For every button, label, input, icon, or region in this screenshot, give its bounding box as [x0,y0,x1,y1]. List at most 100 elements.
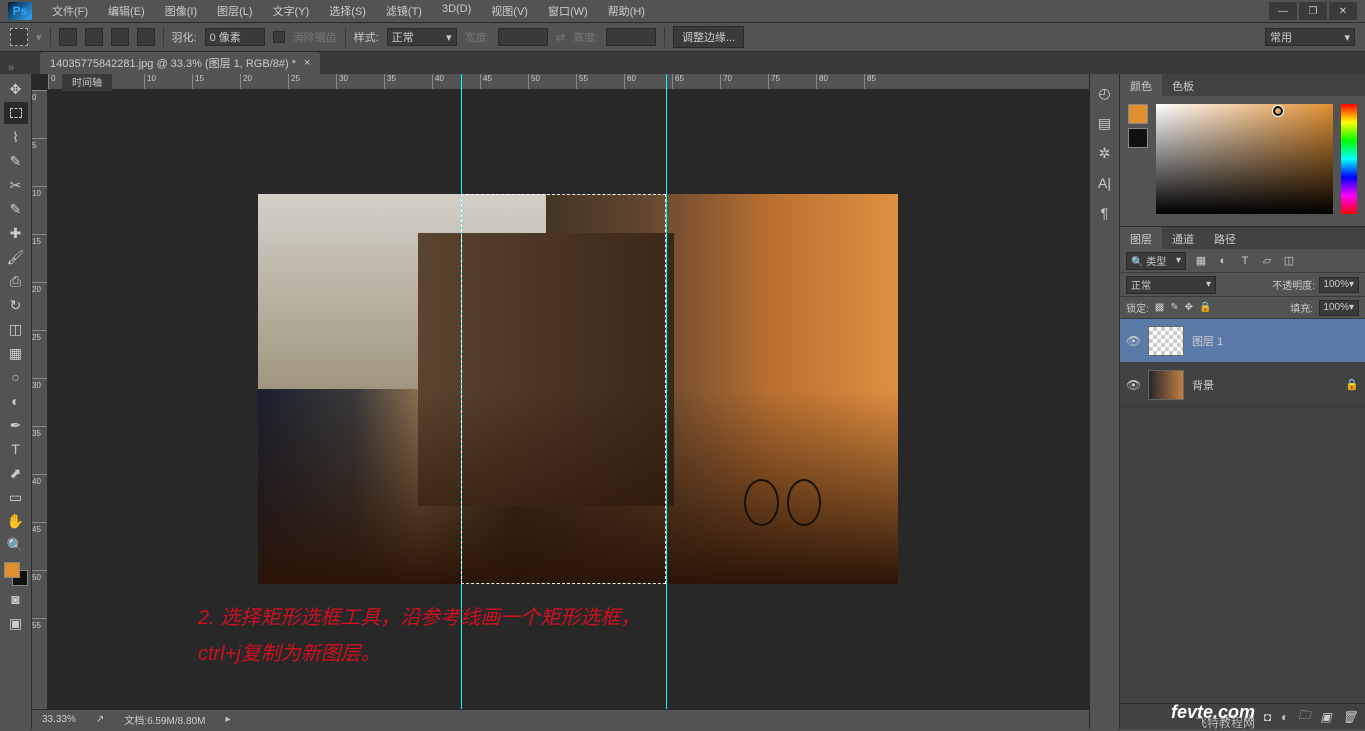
layer-mask-icon[interactable]: ◘ [1264,710,1271,724]
maximize-button[interactable]: ❐ [1299,2,1327,20]
tool-preset-icon[interactable] [10,28,28,46]
filter-smart-icon[interactable]: ◫ [1282,254,1296,268]
filter-adjust-icon[interactable]: ◐ [1216,254,1230,268]
path-select-tool[interactable]: ⬈ [4,462,28,484]
opacity-input[interactable]: 100%▾ [1319,277,1359,293]
properties-icon[interactable]: ▤ [1096,114,1114,132]
chevron-down-icon[interactable]: ▾ [36,31,42,44]
filter-shape-icon[interactable]: ▱ [1260,254,1274,268]
eyedropper-tool[interactable]: ✎ [4,198,28,220]
brush-tool[interactable]: 🖌 [4,246,28,268]
layer-item[interactable]: 👁 图层 1 [1120,319,1365,363]
lock-pixels-icon[interactable]: ▩ [1155,302,1164,313]
arrange-icon[interactable]: » [8,62,14,74]
color-field[interactable] [1156,104,1333,214]
gradient-tool[interactable]: ▦ [4,342,28,364]
lock-paint-icon[interactable]: ✎ [1170,302,1178,313]
selection-new-icon[interactable] [59,28,77,46]
menu-window[interactable]: 窗口(W) [540,1,596,21]
crop-tool[interactable]: ✂ [4,174,28,196]
tab-channels[interactable]: 通道 [1162,227,1204,249]
lock-all-icon[interactable]: 🔒 [1199,302,1211,313]
menu-edit[interactable]: 编辑(E) [100,1,153,21]
timeline-tab[interactable]: 时间轴 [62,74,112,91]
visibility-icon[interactable]: 👁 [1126,378,1140,392]
tab-layers[interactable]: 图层 [1120,227,1162,249]
history-brush-tool[interactable]: ↻ [4,294,28,316]
selection-add-icon[interactable] [85,28,103,46]
tab-swatches[interactable]: 色板 [1162,74,1204,96]
menu-type[interactable]: 文字(Y) [265,1,318,21]
quickmask-tool[interactable]: ◙ [4,588,28,610]
layer-thumbnail[interactable] [1148,370,1184,400]
menu-file[interactable]: 文件(F) [44,1,96,21]
close-button[interactable]: ✕ [1329,2,1357,20]
menu-view[interactable]: 视图(V) [483,1,536,21]
filter-type-icon[interactable]: T [1238,254,1252,268]
marquee-tool[interactable] [4,102,28,124]
healing-tool[interactable]: ✚ [4,222,28,244]
guide-vertical[interactable] [666,74,667,729]
visibility-icon[interactable]: 👁 [1126,334,1140,348]
hand-tool[interactable]: ✋ [4,510,28,532]
blur-tool[interactable]: ○ [4,366,28,388]
workspace-select[interactable]: 常用▾ [1265,28,1355,46]
shape-tool[interactable]: ▭ [4,486,28,508]
menu-select[interactable]: 选择(S) [321,1,374,21]
layer-item[interactable]: 👁 背景 🔒 [1120,363,1365,407]
refine-edge-button[interactable]: 调整边缘... [673,26,744,48]
paragraph-icon[interactable]: ¶ [1096,204,1114,222]
fg-swatch[interactable] [1128,104,1148,124]
color-swatch[interactable] [4,562,28,586]
close-tab-icon[interactable]: × [304,57,310,69]
quick-select-tool[interactable]: ✎ [4,150,28,172]
layer-name[interactable]: 图层 1 [1192,333,1223,349]
zoom-tool[interactable]: 🔍 [4,534,28,556]
style-select[interactable]: 正常▾ [387,28,457,46]
layer-thumbnail[interactable] [1148,326,1184,356]
dodge-tool[interactable]: ◐ [4,390,28,412]
screenmode-tool[interactable]: ▣ [4,612,28,634]
hue-slider[interactable] [1341,104,1357,214]
character-icon[interactable]: A| [1096,174,1114,192]
pen-tool[interactable]: ✒ [4,414,28,436]
eraser-tool[interactable]: ◫ [4,318,28,340]
feather-input[interactable] [205,28,265,46]
document-tab[interactable]: 14035775842281.jpg @ 33.3% (图层 1, RGB/8#… [40,52,320,74]
layer-name[interactable]: 背景 [1192,377,1214,393]
minimize-button[interactable]: — [1269,2,1297,20]
layer-group-icon[interactable]: 🗀 [1298,706,1310,727]
brushes-icon[interactable]: ✲ [1096,144,1114,162]
selection-subtract-icon[interactable] [111,28,129,46]
delete-layer-icon[interactable]: 🗑 [1342,710,1357,724]
antialias-checkbox[interactable] [273,31,285,43]
move-tool[interactable]: ✥ [4,78,28,100]
zoom-level[interactable]: 33.33% [42,714,76,725]
canvas-viewport[interactable]: 2. 选择矩形选框工具，沿参考线画一个矩形选框， ctrl+j复制为新图层。 [48,90,1089,709]
export-icon[interactable]: ↗ [96,714,104,725]
bg-swatch[interactable] [1128,128,1148,148]
filter-pixel-icon[interactable]: ▦ [1194,254,1208,268]
menu-3d[interactable]: 3D(D) [434,1,479,21]
filter-type-select[interactable]: 🔍 类型▾ [1126,252,1186,270]
doc-info[interactable]: 文档:6.59M/8.80M [124,712,205,727]
chevron-right-icon[interactable]: ▸ [225,714,230,725]
selection-intersect-icon[interactable] [137,28,155,46]
type-tool[interactable]: T [4,438,28,460]
foreground-color[interactable] [4,562,20,578]
marquee-selection[interactable] [461,194,666,584]
tab-color[interactable]: 颜色 [1120,74,1162,96]
fill-input[interactable]: 100%▾ [1319,300,1359,316]
menu-filter[interactable]: 滤镜(T) [378,1,430,21]
menu-image[interactable]: 图像(I) [157,1,205,21]
tab-paths[interactable]: 路径 [1204,227,1246,249]
blend-mode-select[interactable]: 正常▾ [1126,276,1216,294]
history-icon[interactable]: ◴ [1096,84,1114,102]
lasso-tool[interactable]: ⌇ [4,126,28,148]
swap-icon[interactable]: ⇄ [556,31,565,44]
lock-position-icon[interactable]: ✥ [1185,302,1193,313]
color-cursor[interactable] [1273,106,1283,116]
menu-layer[interactable]: 图层(L) [209,1,260,21]
new-layer-icon[interactable]: ▣ [1320,710,1331,724]
adjustment-layer-icon[interactable]: ◐ [1281,710,1288,724]
